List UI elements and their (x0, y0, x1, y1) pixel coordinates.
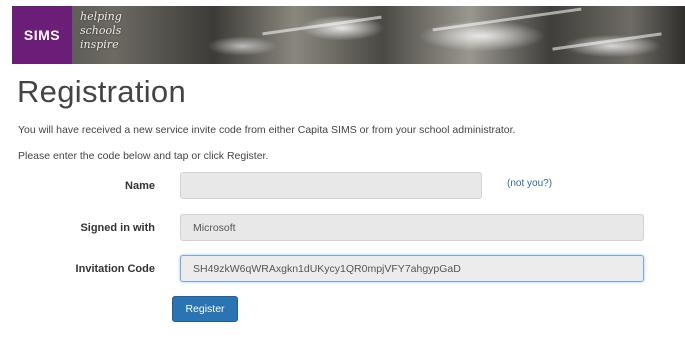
signed-in-label: Signed in with (80, 222, 155, 234)
info-text-1: You will have received a new service inv… (18, 124, 516, 136)
page-title: Registration (17, 74, 187, 109)
tagline: helping schools inspire (80, 10, 122, 52)
tagline-line-3: inspire (80, 38, 119, 51)
logo-text: SIMS (23, 27, 61, 43)
register-button[interactable]: Register (172, 296, 238, 322)
tagline-line-2: schools (80, 24, 122, 37)
tagline-line-1: helping (80, 10, 122, 23)
header-banner: SIMS helping schools inspire (12, 6, 685, 64)
sims-logo: SIMS (12, 6, 72, 64)
invitation-code-label: Invitation Code (75, 263, 155, 275)
info-text-2: Please enter the code below and tap or c… (18, 150, 269, 162)
not-you-link[interactable]: (not you?) (507, 178, 552, 189)
name-label: Name (125, 180, 155, 192)
invitation-code-input[interactable] (180, 255, 644, 282)
signed-in-field (180, 214, 644, 241)
name-field[interactable] (180, 172, 482, 199)
